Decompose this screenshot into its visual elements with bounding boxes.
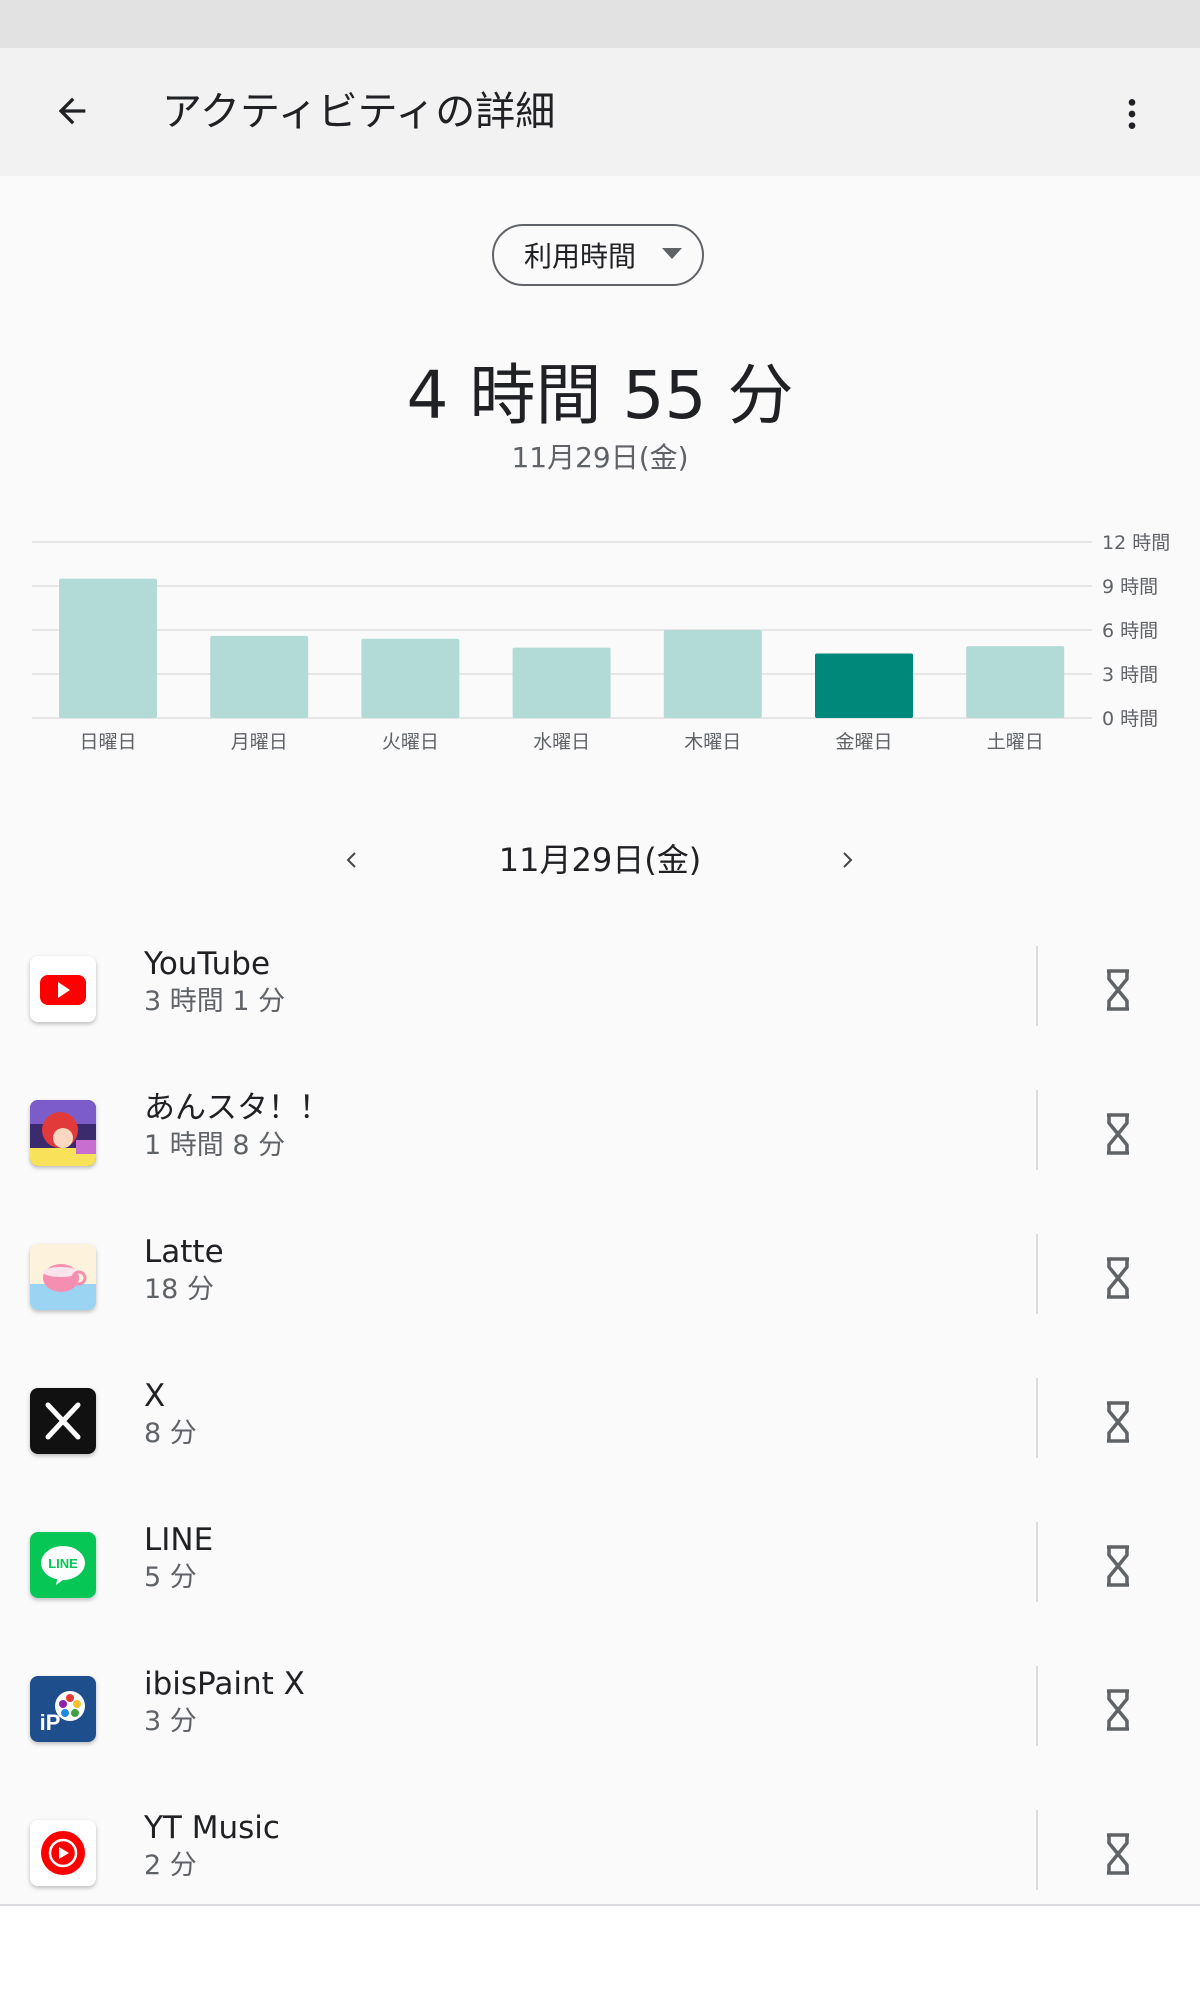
x-tick-label: 土曜日	[987, 731, 1044, 753]
day-navigator-date: 11月29日(金)	[498, 841, 702, 879]
app-usage-time: 2 分	[144, 1850, 197, 1881]
chart-bar-月曜日[interactable]	[210, 635, 309, 718]
chevron-left-icon	[346, 852, 356, 868]
app-bar: アクティビティの詳細	[0, 48, 1200, 176]
ibispaint-icon: iP	[30, 1676, 96, 1742]
app-row-ibispaint[interactable]: iP ibisPaint X 3 分	[0, 1640, 1200, 1784]
chart-bar-日曜日[interactable]	[59, 578, 157, 718]
app-name: YT Music	[144, 1810, 280, 1846]
metric-dropdown-label: 利用時間	[524, 240, 637, 273]
total-usage-time: 4 時間 55 分	[406, 357, 794, 434]
x-tick-label: 日曜日	[79, 731, 136, 753]
x-tick-label: 金曜日	[835, 731, 892, 753]
app-timer-button[interactable]	[1090, 1822, 1146, 1886]
hourglass-icon	[1107, 969, 1129, 1011]
app-usage-time: 1 時間 8 分	[144, 1130, 286, 1161]
chevron-right-icon	[843, 852, 853, 868]
usage-bar-chart: 12 時間 9 時間 6 時間 3 時間 0 時間日曜日 月曜日 火曜日 水曜日 木曜日 金曜日 土…	[0, 520, 1200, 760]
app-timer-button[interactable]	[1090, 1678, 1146, 1742]
day-navigator: 11月29日(金)	[0, 830, 1200, 890]
hourglass-icon	[1107, 1257, 1129, 1299]
next-day-button[interactable]	[827, 830, 867, 890]
app-timer-button[interactable]	[1090, 1246, 1146, 1310]
chart-bar-金曜日[interactable]	[815, 653, 913, 718]
metric-dropdown[interactable]: 利用時間	[492, 224, 704, 286]
row-divider	[1036, 1378, 1038, 1458]
app-timer-button[interactable]	[1090, 1102, 1146, 1166]
more-options-button[interactable]	[1100, 82, 1164, 146]
svg-text:LINE: LINE	[48, 1556, 78, 1571]
chart-bar-火曜日[interactable]	[361, 638, 460, 718]
app-timer-button[interactable]	[1090, 958, 1146, 1022]
row-divider	[1036, 946, 1038, 1026]
row-divider	[1036, 1810, 1038, 1890]
back-button[interactable]	[40, 79, 104, 143]
youtube-icon	[30, 956, 96, 1022]
app-row-ensemble-stars[interactable]: あんスタ！！ 1 時間 8 分	[0, 1064, 1200, 1208]
chart-bar-土曜日[interactable]	[966, 646, 1065, 718]
yt-music-icon	[30, 1820, 96, 1886]
app-timer-button[interactable]	[1090, 1390, 1146, 1454]
y-tick-label: 6 時間	[1102, 620, 1158, 642]
row-divider	[1036, 1234, 1038, 1314]
x-tick-label: 水曜日	[533, 731, 590, 753]
previous-day-button[interactable]	[332, 830, 372, 890]
x-tick-label: 木曜日	[684, 731, 741, 753]
app-name: Latte	[144, 1234, 224, 1270]
app-row-latte[interactable]: Latte 18 分	[0, 1208, 1200, 1352]
y-tick-label: 12 時間	[1102, 532, 1170, 554]
usage-chart-svg: 12 時間 9 時間 6 時間 3 時間 0 時間日曜日 月曜日 火曜日 水曜日 木曜日 金曜日 土…	[32, 532, 1170, 753]
app-name: LINE	[144, 1522, 214, 1558]
hourglass-icon	[1107, 1833, 1129, 1875]
ensemble-stars-icon	[30, 1100, 96, 1166]
app-usage-time: 8 分	[144, 1418, 197, 1449]
app-timer-button[interactable]	[1090, 1534, 1146, 1598]
app-row-line[interactable]: LINE LINE 5 分	[0, 1496, 1200, 1640]
y-tick-label: 3 時間	[1102, 664, 1158, 686]
row-divider	[1036, 1522, 1038, 1602]
arrow-left-icon	[58, 97, 86, 125]
svg-text:iP: iP	[40, 1710, 61, 1735]
app-name: YouTube	[144, 946, 271, 982]
hourglass-icon	[1107, 1113, 1129, 1155]
row-divider	[1036, 1666, 1038, 1746]
app-usage-time: 3 分	[144, 1706, 197, 1737]
app-name: X	[144, 1378, 166, 1414]
app-name: ibisPaint X	[144, 1666, 305, 1702]
y-tick-label: 0 時間	[1102, 708, 1158, 730]
x-logo-icon	[30, 1388, 96, 1454]
app-usage-time: 3 時間 1 分	[144, 986, 286, 1017]
latte-cup-icon	[30, 1244, 96, 1310]
more-vert-icon	[1128, 99, 1136, 129]
app-name: あんスタ！！	[144, 1090, 330, 1126]
app-row-x[interactable]: X 8 分	[0, 1352, 1200, 1496]
dropdown-arrow-icon	[662, 248, 682, 259]
hourglass-icon	[1107, 1401, 1129, 1443]
chart-bar-水曜日[interactable]	[512, 647, 611, 718]
chart-bar-木曜日[interactable]	[663, 630, 762, 718]
line-icon: LINE	[30, 1532, 96, 1598]
row-divider	[1036, 1090, 1038, 1170]
x-tick-label: 月曜日	[231, 731, 288, 753]
x-tick-label: 火曜日	[382, 731, 439, 753]
bottom-area	[0, 1906, 1200, 2000]
app-row-youtube[interactable]: YouTube 3 時間 1 分	[0, 920, 1200, 1064]
app-usage-time: 18 分	[144, 1274, 214, 1305]
selected-date: 11月29日(金)	[511, 441, 689, 474]
hourglass-icon	[1107, 1689, 1129, 1731]
y-tick-label: 9 時間	[1102, 576, 1158, 598]
app-usage-time: 5 分	[144, 1562, 197, 1593]
page-title: アクティビティの詳細	[162, 89, 556, 135]
status-bar	[0, 0, 1200, 48]
app-usage-list: YouTube 3 時間 1 分 あんスタ！！ 1 時間 8 分 Latte 1…	[0, 920, 1200, 1928]
hourglass-icon	[1107, 1545, 1129, 1587]
